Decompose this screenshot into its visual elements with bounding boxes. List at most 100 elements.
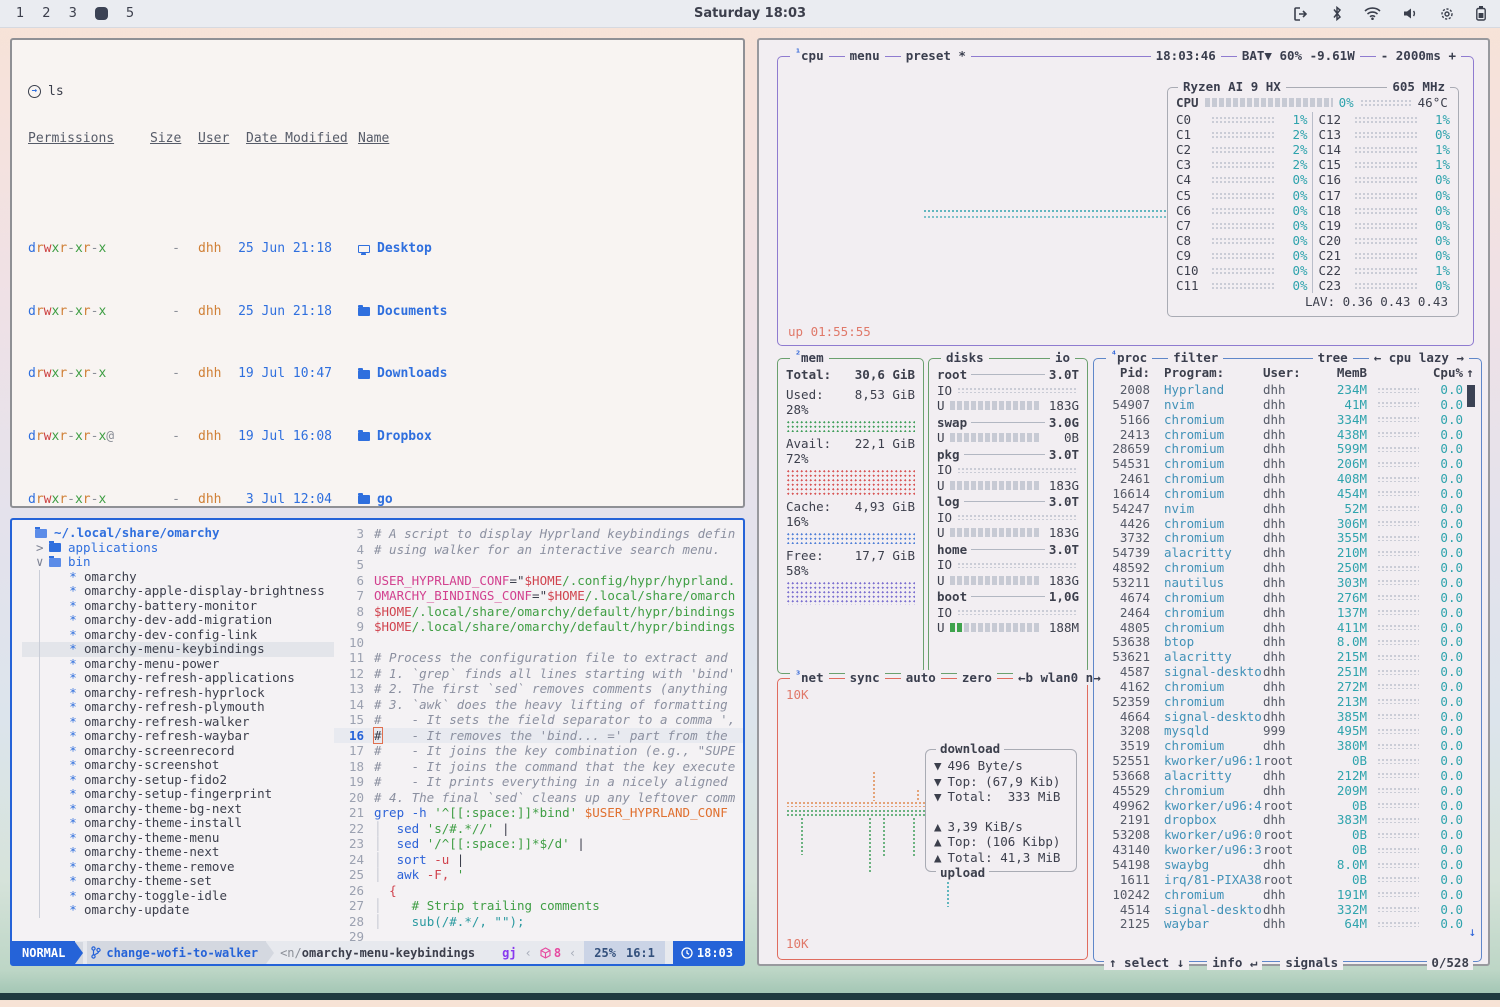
- process-row[interactable]: 54739 alacritty dhh 210M 0.0: [1100, 545, 1477, 560]
- process-row[interactable]: 52551 kworker/u96:1-co root 0B 0.0: [1100, 753, 1477, 768]
- proc-footer-button[interactable]: info ↵: [1207, 955, 1262, 970]
- net-tab[interactable]: auto: [901, 670, 941, 685]
- tree-item[interactable]: omarchy-refresh-applications: [22, 671, 334, 686]
- tree-item[interactable]: omarchy-theme-menu: [22, 831, 334, 846]
- cpu-tab[interactable]: ¹cpu: [790, 48, 829, 63]
- process-row[interactable]: 53638 btop dhh 8.0M 0.0: [1100, 634, 1477, 649]
- logout-icon[interactable]: [1294, 7, 1310, 21]
- cpu-tab[interactable]: preset *: [901, 48, 971, 63]
- tree-item[interactable]: omarchy: [22, 570, 334, 585]
- battery-icon[interactable]: [1476, 6, 1486, 21]
- bluetooth-icon[interactable]: [1332, 6, 1342, 21]
- cpu-status-chip[interactable]: 18:03:46: [1151, 48, 1221, 63]
- neovim-window[interactable]: ~/.local/share/omarchy > applications ∨: [10, 518, 745, 966]
- tree-item[interactable]: omarchy-update: [22, 903, 334, 918]
- process-row[interactable]: 4587 signal-desktop dhh 251M 0.0: [1100, 664, 1477, 679]
- process-row[interactable]: 45529 chromium dhh 209M 0.0: [1100, 783, 1477, 798]
- tree-item[interactable]: omarchy-menu-power: [22, 657, 334, 672]
- proc-footer-button[interactable]: signals: [1280, 955, 1343, 970]
- process-row[interactable]: 4664 signal-desktop dhh 385M 0.0: [1100, 709, 1477, 724]
- workspace-1[interactable]: 1: [16, 6, 24, 21]
- process-row[interactable]: 53668 alacritty dhh 212M 0.0: [1100, 768, 1477, 783]
- net-tab[interactable]: ←b wlan0 n→: [1013, 670, 1106, 685]
- process-row[interactable]: 49962 kworker/u96:4-gf root 0B 0.0: [1100, 798, 1477, 813]
- process-row[interactable]: 2191 dropbox dhh 383M 0.0: [1100, 812, 1477, 827]
- process-row[interactable]: 52359 chromium dhh 213M 0.0: [1100, 694, 1477, 709]
- workspace-5[interactable]: 5: [126, 6, 134, 21]
- git-branch[interactable]: change-wofi-to-walker: [87, 941, 266, 964]
- tree-expander[interactable]: ∨: [36, 555, 49, 570]
- process-row[interactable]: 4514 signal-desktop dhh 332M 0.0: [1100, 902, 1477, 917]
- wifi-icon[interactable]: [1364, 7, 1381, 20]
- process-row[interactable]: 54247 nvim dhh 52M 0.0: [1100, 501, 1477, 516]
- proc-sort-tab[interactable]: tree: [1313, 350, 1353, 365]
- tree-item[interactable]: omarchy-refresh-plymouth: [22, 700, 334, 715]
- tree-item[interactable]: omarchy-theme-remove: [22, 860, 334, 875]
- disks-tab[interactable]: disks: [941, 350, 989, 365]
- process-scrollbar[interactable]: [1466, 383, 1476, 407]
- process-row[interactable]: 53621 alacritty dhh 215M 0.0: [1100, 649, 1477, 664]
- tree-item[interactable]: omarchy-refresh-waybar: [22, 729, 334, 744]
- tree-item[interactable]: omarchy-theme-bg-next: [22, 802, 334, 817]
- tree-item[interactable]: omarchy-refresh-hyprlock: [22, 686, 334, 701]
- tree-item[interactable]: omarchy-screenrecord: [22, 744, 334, 759]
- tree-item[interactable]: omarchy-theme-set: [22, 874, 334, 889]
- process-row[interactable]: 3208 mysqld 999 495M 0.0: [1100, 723, 1477, 738]
- tree-item[interactable]: omarchy-screenshot: [22, 758, 334, 773]
- proc-tab[interactable]: filter: [1168, 350, 1223, 365]
- process-row[interactable]: 4426 chromium dhh 306M 0.0: [1100, 516, 1477, 531]
- net-tab[interactable]: sync: [845, 670, 885, 685]
- process-row[interactable]: 2125 waybar dhh 64M 0.0: [1100, 916, 1477, 931]
- workspace-2[interactable]: 2: [42, 6, 50, 21]
- column-user[interactable]: User:: [1263, 365, 1315, 382]
- column-program[interactable]: Program:: [1164, 365, 1263, 382]
- process-row[interactable]: 4674 chromium dhh 276M 0.0: [1100, 590, 1477, 605]
- process-row[interactable]: 16614 chromium dhh 454M 0.0: [1100, 486, 1477, 501]
- tree-item[interactable]: omarchy-dev-add-migration: [22, 613, 334, 628]
- workspace-4-active[interactable]: [95, 7, 108, 20]
- tree-item[interactable]: omarchy-setup-fingerprint: [22, 787, 334, 802]
- tree-item[interactable]: ~/.local/share/omarchy: [22, 526, 334, 541]
- process-row[interactable]: 54907 nvim dhh 41M 0.0: [1100, 397, 1477, 412]
- net-tab[interactable]: ³net: [790, 670, 829, 685]
- gear-icon[interactable]: [1440, 7, 1454, 21]
- process-row[interactable]: 2461 chromium dhh 408M 0.0: [1100, 471, 1477, 486]
- tree-item[interactable]: omarchy-battery-monitor: [22, 599, 334, 614]
- process-row[interactable]: 5166 chromium dhh 334M 0.0: [1100, 412, 1477, 427]
- volume-icon[interactable]: [1403, 7, 1418, 20]
- column-pid[interactable]: Pid:: [1100, 365, 1150, 382]
- scroll-up-icon[interactable]: ↑: [1463, 365, 1477, 382]
- cpu-status-chip[interactable]: - 2000ms +: [1376, 48, 1461, 63]
- cpu-tab[interactable]: menu: [845, 48, 885, 63]
- process-row[interactable]: 4805 chromium dhh 411M 0.0: [1100, 620, 1477, 635]
- process-row[interactable]: 2413 chromium dhh 438M 0.0: [1100, 427, 1477, 442]
- column-memory[interactable]: MemB: [1315, 365, 1367, 382]
- proc-tab[interactable]: ⁴proc: [1106, 350, 1152, 365]
- process-row[interactable]: 2464 chromium dhh 137M 0.0: [1100, 605, 1477, 620]
- tree-item[interactable]: ∨ bin: [22, 555, 334, 570]
- tree-item[interactable]: omarchy-dev-config-link: [22, 628, 334, 643]
- tree-item[interactable]: omarchy-refresh-walker: [22, 715, 334, 730]
- code-buffer[interactable]: 3# A script to display Hyprland keybindi…: [334, 520, 743, 941]
- net-tab[interactable]: zero: [957, 670, 997, 685]
- workspace-3[interactable]: 3: [69, 6, 77, 21]
- btop-window[interactable]: ¹cpu menu preset * 18:03:46 BAT▼ 60% -9.61W…: [757, 38, 1490, 966]
- mem-tab[interactable]: ²mem: [790, 350, 829, 365]
- process-row[interactable]: 48592 chromium dhh 250M 0.0: [1100, 560, 1477, 575]
- process-row[interactable]: 10242 chromium dhh 191M 0.0: [1100, 887, 1477, 902]
- process-row[interactable]: 1611 irq/81-PIXA3854: root 0B 0.0: [1100, 872, 1477, 887]
- proc-footer-button[interactable]: ↑ select ↓: [1104, 955, 1189, 970]
- tree-item[interactable]: > applications: [22, 541, 334, 556]
- proc-sort-tab[interactable]: ← cpu lazy →: [1369, 350, 1469, 365]
- process-row[interactable]: 28659 chromium dhh 599M 0.0: [1100, 441, 1477, 456]
- tree-item[interactable]: omarchy-theme-install: [22, 816, 334, 831]
- process-row[interactable]: 4162 chromium dhh 272M 0.0: [1100, 679, 1477, 694]
- process-row[interactable]: 3732 chromium dhh 355M 0.0: [1100, 530, 1477, 545]
- cpu-status-chip[interactable]: BAT▼ 60% -9.61W: [1237, 48, 1360, 63]
- tree-item[interactable]: omarchy-theme-next: [22, 845, 334, 860]
- process-row[interactable]: 53208 kworker/u96:0-sd root 0B 0.0: [1100, 827, 1477, 842]
- process-row[interactable]: 2008 Hyprland dhh 234M 0.0: [1100, 382, 1477, 397]
- tree-item[interactable]: omarchy-apple-display-brightness: [22, 584, 334, 599]
- tree-item[interactable]: omarchy-menu-keybindings: [22, 642, 334, 657]
- process-row[interactable]: 43140 kworker/u96:3-sd root 0B 0.0: [1100, 842, 1477, 857]
